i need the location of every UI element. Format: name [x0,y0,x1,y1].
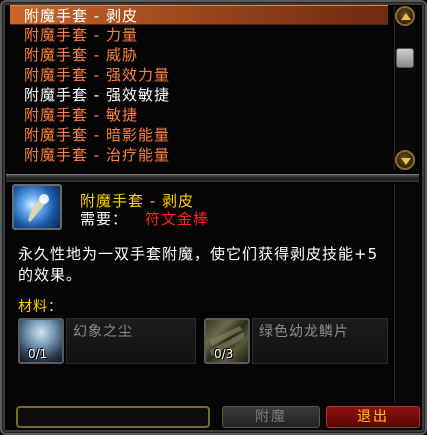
recipe-list-item[interactable]: 附魔手套 - 强效力量 [10,65,388,85]
reagent-count: 0/3 [214,347,234,361]
reagent-slot[interactable]: 0/1 幻象之尘 [18,318,196,366]
recipe-list-item[interactable]: 附魔手套 - 强效敏捷 [10,85,388,105]
arrow-up-icon [401,13,411,20]
recipe-list-item[interactable]: 附魔手套 - 剥皮 [10,5,388,25]
recipe-list: 附魔手套 - 剥皮 附魔手套 - 力量 附魔手套 - 威胁 附魔手套 - 强效力… [10,5,388,171]
recipe-description: 永久性地为一双手套附魔，使它们获得剥皮技能+5的效果。 [18,245,379,284]
enchant-button[interactable]: 附魔 [222,406,320,428]
panel-divider [6,174,419,182]
scroll-down-button[interactable] [395,150,415,170]
requires-value: 符文金棒 [145,210,210,228]
reagent-name: 幻象之尘 [66,318,196,364]
recipe-list-item[interactable]: 附魔手套 - 威胁 [10,45,388,65]
reagent-slot[interactable]: 0/3 绿色幼龙鳞片 [204,318,388,366]
materials-label: 材料： [18,299,63,315]
recipe-list-item[interactable]: 附魔手套 - 治疗能量 [10,145,388,165]
recipe-list-item[interactable]: 附魔手套 - 暗影能量 [10,125,388,145]
reagent-count: 0/1 [28,347,48,361]
requires-label: 需要： [80,210,129,228]
enchant-count-input[interactable] [16,406,210,428]
exit-button[interactable]: 退出 [326,406,420,428]
scroll-thumb[interactable] [396,48,414,68]
reagent-name: 绿色幼龙鳞片 [252,318,388,364]
recipe-list-scrollbar[interactable] [394,6,416,170]
enchant-gloves-icon[interactable] [12,184,62,230]
recipe-list-item[interactable]: 附魔手套 - 力量 [10,25,388,45]
arrow-down-icon [401,158,411,165]
detail-scrollbar[interactable] [394,184,416,402]
recipe-list-item[interactable]: 附魔手套 - 敏捷 [10,105,388,125]
scroll-up-button[interactable] [395,6,415,26]
